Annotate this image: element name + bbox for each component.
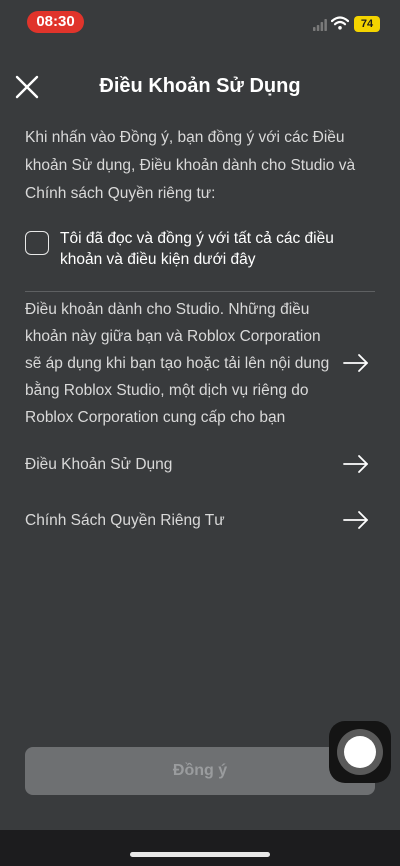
agree-checkbox-row[interactable]: Tôi đã đọc và đồng ý với tất cả các điều… xyxy=(25,228,375,276)
cellular-signal-icon xyxy=(313,19,327,31)
arrow-right-icon xyxy=(343,455,368,473)
assistive-touch-button[interactable] xyxy=(329,721,391,783)
link-text-studio-terms: Điều khoản dành cho Studio. Những điều k… xyxy=(25,301,330,426)
link-text-privacy-policy: Chính Sách Quyền Riêng Tư xyxy=(25,512,225,529)
status-time: 08:30 xyxy=(27,11,84,33)
battery-indicator: 74 xyxy=(354,16,380,32)
agree-checkbox-label: Tôi đã đọc và đồng ý với tất cả các điều… xyxy=(60,230,334,268)
divider xyxy=(25,291,375,292)
arrow-right-icon xyxy=(343,354,368,372)
close-icon[interactable] xyxy=(10,70,44,104)
agree-button[interactable]: Đồng ý xyxy=(25,747,375,795)
home-indicator[interactable] xyxy=(130,852,270,857)
link-text-terms-of-use: Điều Khoản Sử Dụng xyxy=(25,456,173,473)
assistive-touch-core xyxy=(344,736,376,768)
link-row-studio-terms[interactable]: Điều khoản dành cho Studio. Những điều k… xyxy=(25,296,375,431)
arrow-right-icon xyxy=(343,511,368,529)
bottom-safe-area xyxy=(0,830,400,866)
page-title: Điều Khoản Sử Dụng xyxy=(99,75,301,97)
link-row-privacy-policy[interactable]: Chính Sách Quyền Riêng Tư xyxy=(25,507,375,534)
link-row-terms-of-use[interactable]: Điều Khoản Sử Dụng xyxy=(25,451,375,478)
wifi-icon xyxy=(331,16,349,30)
agree-checkbox[interactable] xyxy=(25,231,49,255)
assistive-touch-ring xyxy=(337,729,383,775)
intro-text: Khi nhấn vào Đồng ý, bạn đồng ý với các … xyxy=(25,129,356,202)
